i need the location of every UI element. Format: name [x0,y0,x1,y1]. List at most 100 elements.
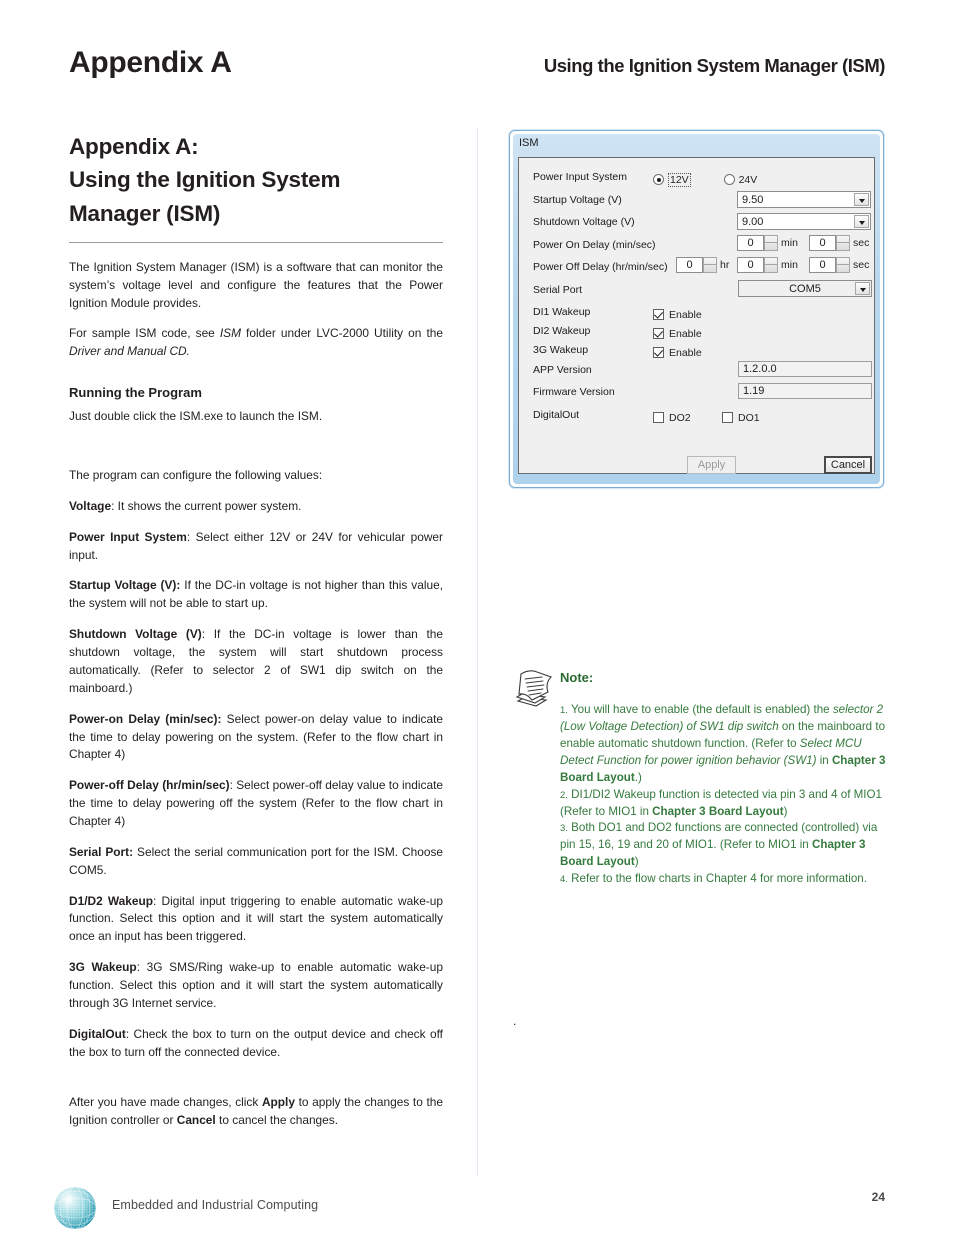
apply-button[interactable]: Apply [687,456,736,474]
field-app-version-value: 1.2.0.0 [743,363,777,375]
config-item: D1/D2 Wakeup: Digital input triggering t… [69,893,443,947]
config-item-term: DigitalOut [69,1026,126,1041]
intro2-text-b: folder under LVC-2000 Utility on the [241,326,443,341]
running-the-program-body: Just double click the ISM.exe to launch … [69,409,323,424]
spinner-up-down-icon[interactable] [764,257,778,273]
note-item-3-text-2: ) [634,855,639,869]
combo-startup-voltage[interactable]: 9.50 [737,191,871,208]
chevron-down-icon[interactable] [854,215,869,228]
note-paper-stack-icon [515,670,553,707]
combo-serial-port[interactable]: COM5 [738,280,872,297]
closing-text-d: to cancel the changes. [215,1113,339,1128]
checkbox-do2-icon[interactable] [653,412,664,423]
checkbox-do1[interactable]: DO1 [722,408,760,426]
chevron-down-icon[interactable] [854,193,869,206]
ism-title-text: ISM [519,137,539,149]
checkbox-do2[interactable]: DO2 [653,408,691,426]
radio-12v-icon[interactable] [653,174,664,185]
closing-bold-cancel: Cancel [176,1113,216,1128]
field-firmware-version: 1.19 [738,383,872,399]
note-item-3-number: 3. [560,823,568,835]
checkbox-do1-icon[interactable] [722,412,733,423]
note-item-1: 1. You will have to enable (the default … [560,702,893,787]
chevron-down-icon[interactable] [855,282,870,295]
note-item-4-text-1: Refer to the flow charts in Chapter 4 fo… [567,872,867,886]
note-item-1-text-3: in [816,753,832,767]
spinner-power-on-delay-sec-unit: sec [853,237,870,249]
checkbox-di2-wakeup[interactable]: Enable [653,324,702,342]
spinner-power-off-delay-min-value[interactable]: 0 [737,257,764,273]
note-item-4-number: 4. [560,874,568,886]
label-power-input-system: Power Input System [533,171,627,183]
spinner-up-down-icon[interactable] [836,235,850,251]
config-item-term: Startup Voltage (V): [69,578,181,593]
note-item-2-text-2: ) [783,804,788,818]
checkbox-di1-wakeup-icon[interactable] [653,309,664,320]
label-shutdown-voltage: Shutdown Voltage (V) [533,216,635,228]
spinner-power-on-delay-min-unit: min [781,237,798,249]
label-di2-wakeup: DI2 Wakeup [533,325,591,337]
checkbox-di1-wakeup[interactable]: Enable [653,305,702,323]
config-item: Power Input System: Select either 12V or… [69,529,443,565]
ism-dialog-window: ISM Power Input System 12V 24V Startup V… [509,130,884,488]
spinner-up-down-icon[interactable] [703,257,717,273]
subheading-running-the-program: Running the Program [69,385,202,401]
label-3g-wakeup: 3G Wakeup [533,344,589,356]
config-item: Power-off Delay (hr/min/sec): Select pow… [69,777,443,831]
label-firmware-version: Firmware Version [533,386,615,398]
config-item: Startup Voltage (V): If the DC-in voltag… [69,577,443,613]
spinner-power-off-delay-sec-unit: sec [853,259,870,271]
config-item-term: Voltage [69,498,112,513]
configure-intro: The program can configure the following … [69,468,323,483]
note-item-2: 2. DI1/DI2 Wakeup function is detected v… [560,787,893,821]
spinner-power-on-delay-min-value[interactable]: 0 [737,235,764,251]
intro2-text-a: For sample ISM code, see [69,326,220,341]
label-digital-out: DigitalOut [533,409,580,421]
page-header: Appendix A Using the Ignition System Man… [0,0,954,110]
spinner-up-down-icon[interactable] [764,235,778,251]
note-body: 1. You will have to enable (the default … [560,702,893,888]
checkbox-di2-wakeup-icon[interactable] [653,328,664,339]
cancel-button[interactable]: Cancel [824,456,872,474]
header-left-title: Appendix A [69,46,232,79]
config-item-term: D1/D2 Wakeup [69,893,154,908]
label-app-version: APP Version [533,364,592,376]
checkbox-3g-wakeup-label[interactable]: Enable [669,347,702,359]
combo-startup-voltage-value: 9.50 [742,194,764,206]
checkbox-di1-wakeup-label[interactable]: Enable [669,309,702,321]
spinner-power-off-delay-sec-value[interactable]: 0 [809,257,836,273]
intro2-italic-2: Driver and Manual CD. [69,344,190,359]
radio-12v-label[interactable]: 12V [668,173,691,187]
checkbox-di2-wakeup-label[interactable]: Enable [669,328,702,340]
ism-titlebar: ISM [510,131,883,157]
checkbox-3g-wakeup-icon[interactable] [653,347,664,358]
radio-24v-icon[interactable] [723,174,735,185]
config-item: Shutdown Voltage (V): If the DC-in volta… [69,626,443,697]
page-title-line-3: Manager (ISM) [69,200,221,226]
label-startup-voltage: Startup Voltage (V) [533,194,622,206]
config-item-body: : It shows the current power system. [111,498,302,513]
intro2-italic-1: ISM [219,326,241,341]
checkbox-do1-label[interactable]: DO1 [738,412,760,424]
radio-24v-label[interactable]: 24V [739,174,758,186]
note-item-2-bold-1: Chapter 3 Board Layout [652,804,784,818]
ism-client-area: Power Input System 12V 24V Startup Volta… [518,157,875,474]
note-item-3: 3. Both DO1 and DO2 functions are connec… [560,820,893,871]
radio-group-power-input[interactable]: 12V 24V [653,170,757,188]
stray-period: . [513,1014,517,1028]
page-title-line-1: Appendix A: [69,134,199,159]
combo-shutdown-voltage[interactable]: 9.00 [737,213,871,230]
label-serial-port: Serial Port [533,284,583,296]
spinner-power-on-delay-sec-value[interactable]: 0 [809,235,836,251]
config-item-term: Power-off Delay (hr/min/sec) [69,778,230,793]
spinner-up-down-icon[interactable] [836,257,850,273]
note-item-2-number: 2. [560,789,568,801]
spinner-power-off-delay-hr-value[interactable]: 0 [676,257,703,273]
checkbox-do2-label[interactable]: DO2 [669,412,691,424]
closing-paragraph: After you have made changes, click Apply… [69,1094,443,1130]
title-rule [69,241,443,243]
note-title: Note: [560,670,594,685]
column-divider [477,128,478,1177]
checkbox-3g-wakeup[interactable]: Enable [653,343,702,361]
